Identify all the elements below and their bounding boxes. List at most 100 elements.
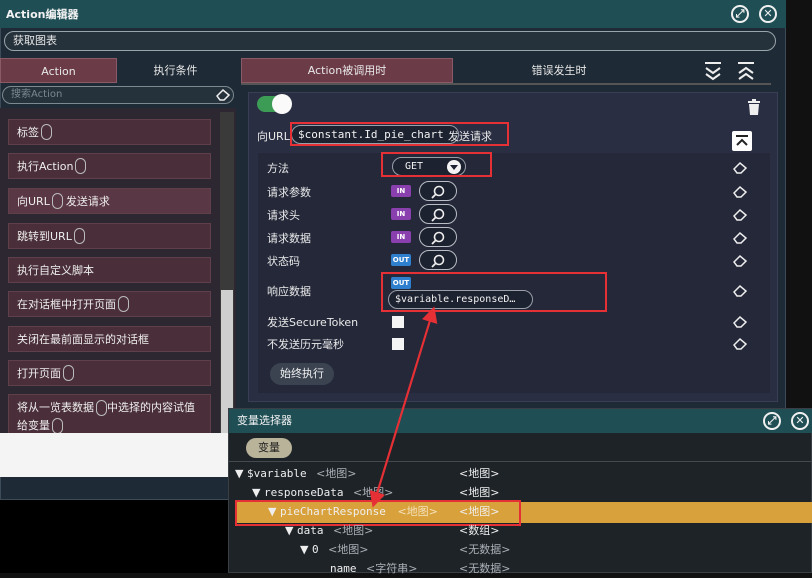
expand-icon[interactable]: ⤢	[731, 5, 749, 23]
tree-row[interactable]: ▼ responseData <地图>	[252, 484, 393, 502]
tree-row[interactable]: ▼ 0 <地图>	[300, 541, 369, 559]
url-label: 向URL	[257, 130, 290, 143]
list-item-text: 跳转到URL	[17, 230, 72, 243]
eraser-icon[interactable]	[732, 207, 748, 221]
method-value: GET	[405, 161, 424, 172]
blank-panel	[0, 433, 234, 477]
method-label: 方法	[267, 162, 289, 175]
tree-node-value: <地图>	[459, 505, 500, 518]
data-label: 请求数据	[267, 232, 311, 245]
search-icon	[431, 231, 445, 245]
tree-node-type: <地图>	[397, 505, 438, 518]
list-item-send-url[interactable]: 向URL 发送请求	[8, 188, 211, 214]
eraser-icon[interactable]	[732, 314, 748, 328]
search-icon	[431, 185, 445, 199]
list-item-text: 将从一览表数据	[17, 401, 94, 414]
param-pill	[73, 228, 85, 244]
in-badge: IN	[391, 185, 411, 197]
toggle-knob[interactable]	[272, 94, 292, 114]
param-pill	[52, 418, 63, 434]
tree-node-value: <无数据>	[459, 543, 511, 556]
variable-selector-title: 变量选择器	[237, 414, 292, 427]
background-area	[0, 500, 228, 573]
list-item-exec-action[interactable]: 执行Action	[8, 153, 211, 179]
param-pill	[75, 158, 87, 174]
tree-row[interactable]: name <字符串>	[330, 560, 417, 578]
list-item-close-dialog[interactable]: 关闭在最前面显示的对话框	[8, 326, 211, 352]
list-item-jump-url[interactable]: 跳转到URL	[8, 223, 211, 249]
tree-row[interactable]: ▼ data <地图>	[285, 522, 373, 540]
list-item-text: 向URL	[17, 195, 50, 208]
expand-all-icon[interactable]	[702, 60, 724, 82]
method-select[interactable]: GET	[392, 157, 466, 176]
secure-token-checkbox[interactable]	[392, 316, 404, 328]
tree-node-type: <地图>	[352, 486, 394, 499]
eraser-icon[interactable]	[732, 336, 748, 350]
param-pill	[41, 124, 52, 140]
close-icon[interactable]: ✕	[791, 412, 809, 430]
editor-title: Action编辑器	[6, 8, 79, 21]
no-ms-checkbox[interactable]	[392, 338, 404, 350]
eraser-icon[interactable]	[732, 253, 748, 267]
editor-titlebar: Action编辑器	[0, 0, 786, 28]
tab-action[interactable]: Action	[0, 58, 117, 83]
response-variable-field[interactable]: $variable.responseD…	[388, 290, 533, 309]
tree-row[interactable]: ▼ $variable <地图>	[235, 465, 357, 483]
in-badge: IN	[391, 231, 411, 243]
collapse-up-icon	[736, 135, 748, 146]
divider	[229, 461, 812, 462]
in-badge: IN	[391, 208, 411, 220]
no-ms-label: 不发送历元毫秒	[267, 338, 344, 351]
list-item-open-page[interactable]: 打开页面	[8, 360, 211, 386]
eraser-icon[interactable]	[732, 184, 748, 198]
status-search-button[interactable]	[419, 250, 457, 270]
collapse-panel-button[interactable]	[732, 131, 752, 151]
param-pill	[51, 193, 63, 209]
status-label: 状态码	[267, 255, 300, 268]
tab-action-label: Action	[41, 65, 76, 78]
trash-icon[interactable]	[746, 98, 762, 116]
close-icon[interactable]: ✕	[759, 5, 777, 23]
param-pill	[63, 365, 74, 381]
eraser-icon[interactable]	[215, 87, 231, 101]
tree-row[interactable]: ▼ pieChartResponse <地图>	[268, 503, 438, 521]
tree-node-name: data	[296, 524, 324, 537]
tree-node-name: pieChartResponse	[279, 505, 386, 518]
header-search-button[interactable]	[419, 204, 457, 224]
list-item-custom-script[interactable]: 执行自定义脚本	[8, 257, 211, 283]
secure-token-label: 发送SecureToken	[267, 316, 359, 329]
list-item-text-suffix: 发送请求	[65, 195, 110, 208]
tab-on-called[interactable]: Action被调用时	[241, 58, 453, 83]
action-search-input[interactable]: 搜索Action	[2, 86, 234, 104]
list-item-text-2: 中选择的内容试值	[107, 401, 195, 414]
out-badge: OUT	[391, 254, 411, 266]
tree-node-name: 0	[311, 543, 319, 556]
eraser-icon[interactable]	[732, 230, 748, 244]
list-item-assign-variable[interactable]: 将从一览表数据 中选择的内容试值 给变量	[8, 394, 211, 436]
tab-on-error[interactable]: 错误发生时	[454, 58, 664, 83]
list-item-text: 执行自定义脚本	[17, 264, 94, 277]
list-item-open-dialog[interactable]: 在对话框中打开页面	[8, 291, 211, 317]
tab-divider	[241, 83, 771, 85]
collapse-all-icon[interactable]	[735, 60, 757, 82]
always-run-button[interactable]: 始终执行	[270, 363, 334, 385]
params-search-button[interactable]	[419, 181, 457, 201]
tree-node-name: name	[330, 562, 357, 575]
params-label: 请求参数	[267, 186, 311, 199]
url-value-field[interactable]: $constant.Id_pie_chart	[291, 125, 459, 144]
expand-icon[interactable]: ⤢	[763, 412, 781, 430]
list-item-label[interactable]: 标签	[8, 119, 211, 145]
variable-tab-button[interactable]: 变量	[246, 438, 292, 458]
tree-node-value: <地图>	[459, 467, 500, 480]
list-item-text-3: 给变量	[17, 419, 50, 432]
search-icon	[431, 254, 445, 268]
eraser-icon[interactable]	[732, 160, 748, 174]
tab-exec-condition[interactable]: 执行条件	[117, 58, 234, 83]
list-item-text: 打开页面	[17, 367, 61, 380]
tab-exec-condition-label: 执行条件	[153, 64, 198, 77]
tab-on-error-label: 错误发生时	[531, 64, 587, 77]
eraser-icon[interactable]	[732, 283, 748, 297]
data-search-button[interactable]	[419, 227, 457, 247]
action-name-field[interactable]: 获取图表	[4, 31, 776, 51]
caret-down-icon: ▼	[285, 524, 294, 537]
